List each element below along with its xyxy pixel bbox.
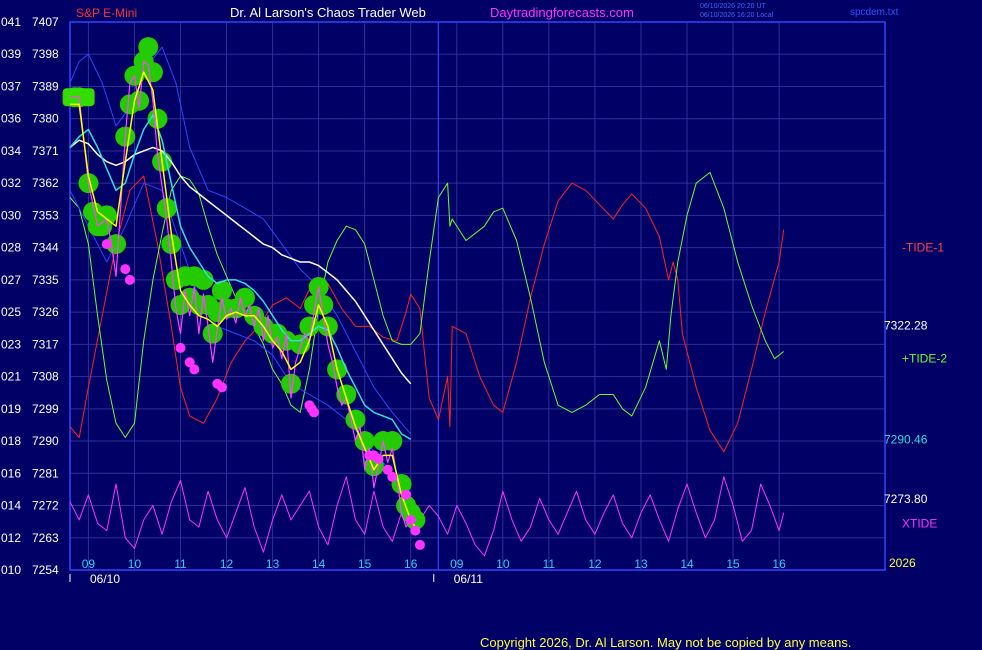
x-tick-hour: 10 bbox=[128, 557, 142, 571]
pivot-low-marker bbox=[175, 342, 186, 353]
x-tick-hour: 15 bbox=[358, 557, 372, 571]
x-tick-hour: 15 bbox=[726, 557, 740, 571]
y-tick-price: 7263 bbox=[32, 531, 59, 545]
y-tick-price: 7407 bbox=[32, 15, 59, 29]
y-tick-code: 041 bbox=[1, 15, 21, 29]
y-tick-code: 036 bbox=[1, 112, 21, 126]
y-tick-code: 023 bbox=[1, 337, 21, 351]
y-tick-code: 018 bbox=[1, 434, 21, 448]
timestamp-local: 06/10/2026 16:20 Local bbox=[700, 12, 774, 19]
pivot-high-marker bbox=[202, 323, 223, 344]
y-tick-code: 034 bbox=[1, 144, 21, 158]
y-tick-price: 7290 bbox=[32, 434, 59, 448]
pivot-high-marker bbox=[142, 62, 163, 83]
pivot-low-marker bbox=[387, 471, 398, 482]
x-tick-hour: 11 bbox=[174, 557, 187, 571]
x-tick-hour: 09 bbox=[82, 557, 96, 571]
x-tick-hour: 14 bbox=[312, 557, 326, 571]
right-value-label: 7322.28 bbox=[884, 318, 928, 332]
y-tick-code: 028 bbox=[1, 241, 21, 255]
x-tick-hour: 13 bbox=[634, 557, 648, 571]
y-tick-code: 021 bbox=[1, 370, 21, 384]
y-tick-code: 012 bbox=[1, 531, 21, 545]
year-label: 2026 bbox=[889, 556, 916, 570]
symbol-label: S&P E-Mini bbox=[76, 6, 137, 20]
x-tick-hour: 09 bbox=[450, 557, 464, 571]
x-tick-hour: 10 bbox=[496, 557, 510, 571]
right-value-label: 7290.46 bbox=[884, 432, 928, 446]
x-tick-hour: 16 bbox=[404, 557, 418, 571]
y-tick-price: 7272 bbox=[32, 499, 59, 513]
pivot-high-marker bbox=[234, 287, 255, 308]
y-tick-code: 027 bbox=[1, 273, 21, 287]
y-tick-price: 7281 bbox=[32, 466, 59, 480]
chaos-trader-chart: 041 7407 039 7398 037 7389 036 7380 034 7371 032 73… bbox=[0, 0, 982, 650]
pivot-low-marker bbox=[373, 453, 384, 464]
right-value-label: 7273.80 bbox=[884, 492, 928, 506]
chart-title: Dr. Al Larson's Chaos Trader Web bbox=[230, 5, 426, 20]
y-tick-price: 7398 bbox=[32, 47, 59, 61]
x-date-label: 06/11 bbox=[454, 572, 483, 586]
y-tick-code: 039 bbox=[1, 47, 21, 61]
pivot-low-marker bbox=[401, 489, 412, 500]
pivot-high-marker bbox=[193, 269, 214, 290]
x-tick-hour: 12 bbox=[588, 557, 602, 571]
y-tick-code: 032 bbox=[1, 176, 21, 190]
y-tick-code: 025 bbox=[1, 305, 21, 319]
y-tick-code: 019 bbox=[1, 402, 21, 416]
y-tick-price: 7344 bbox=[32, 241, 59, 255]
pivot-low-marker bbox=[309, 407, 320, 418]
data-file-label: spcdem.txt bbox=[850, 7, 899, 18]
y-tick-price: 7353 bbox=[32, 208, 59, 222]
y-tick-price: 7317 bbox=[32, 337, 59, 351]
x-tick-hour: 11 bbox=[543, 557, 556, 571]
y-tick-price: 7371 bbox=[32, 144, 59, 158]
pivot-low-marker bbox=[405, 514, 416, 525]
pivot-low-marker bbox=[189, 364, 200, 375]
right-value-label: +TIDE-2 bbox=[902, 352, 947, 366]
pivot-low-marker bbox=[101, 239, 112, 250]
y-tick-code: 037 bbox=[1, 79, 21, 93]
copyright-notice: Copyright 2026, Dr. Al Larson. May not b… bbox=[480, 635, 851, 650]
pivot-low-marker bbox=[410, 525, 421, 536]
y-tick-price: 7254 bbox=[32, 563, 59, 577]
pivot-low-marker bbox=[120, 264, 131, 275]
y-tick-code: 010 bbox=[1, 563, 21, 577]
y-tick-price: 7326 bbox=[32, 305, 59, 319]
right-value-label: XTIDE bbox=[902, 516, 937, 530]
y-tick-code: 016 bbox=[1, 466, 21, 480]
y-tick-price: 7335 bbox=[32, 273, 59, 287]
y-tick-price: 7380 bbox=[32, 112, 59, 126]
y-tick-price: 7362 bbox=[32, 176, 59, 190]
pivot-low-marker bbox=[414, 539, 425, 550]
x-tick-hour: 13 bbox=[266, 557, 280, 571]
y-tick-code: 030 bbox=[1, 208, 21, 222]
site-link[interactable]: Daytradingforecasts.com bbox=[490, 5, 634, 20]
right-value-label: -TIDE-1 bbox=[902, 241, 944, 255]
y-tick-price: 7308 bbox=[32, 370, 59, 384]
x-date-label: 06/10 bbox=[90, 572, 120, 586]
pivot-low-marker bbox=[124, 274, 135, 285]
y-tick-price: 7389 bbox=[32, 79, 59, 93]
pivot-low-marker bbox=[216, 382, 227, 393]
pivot-high-marker bbox=[138, 37, 159, 58]
x-tick-hour: 14 bbox=[680, 557, 694, 571]
x-tick-hour: 12 bbox=[220, 557, 234, 571]
timestamp-utc: 06/10/2026 20:20 UT bbox=[700, 3, 766, 10]
x-tick-hour: 16 bbox=[772, 557, 786, 571]
y-tick-price: 7299 bbox=[32, 402, 59, 416]
y-tick-code: 014 bbox=[1, 499, 21, 513]
